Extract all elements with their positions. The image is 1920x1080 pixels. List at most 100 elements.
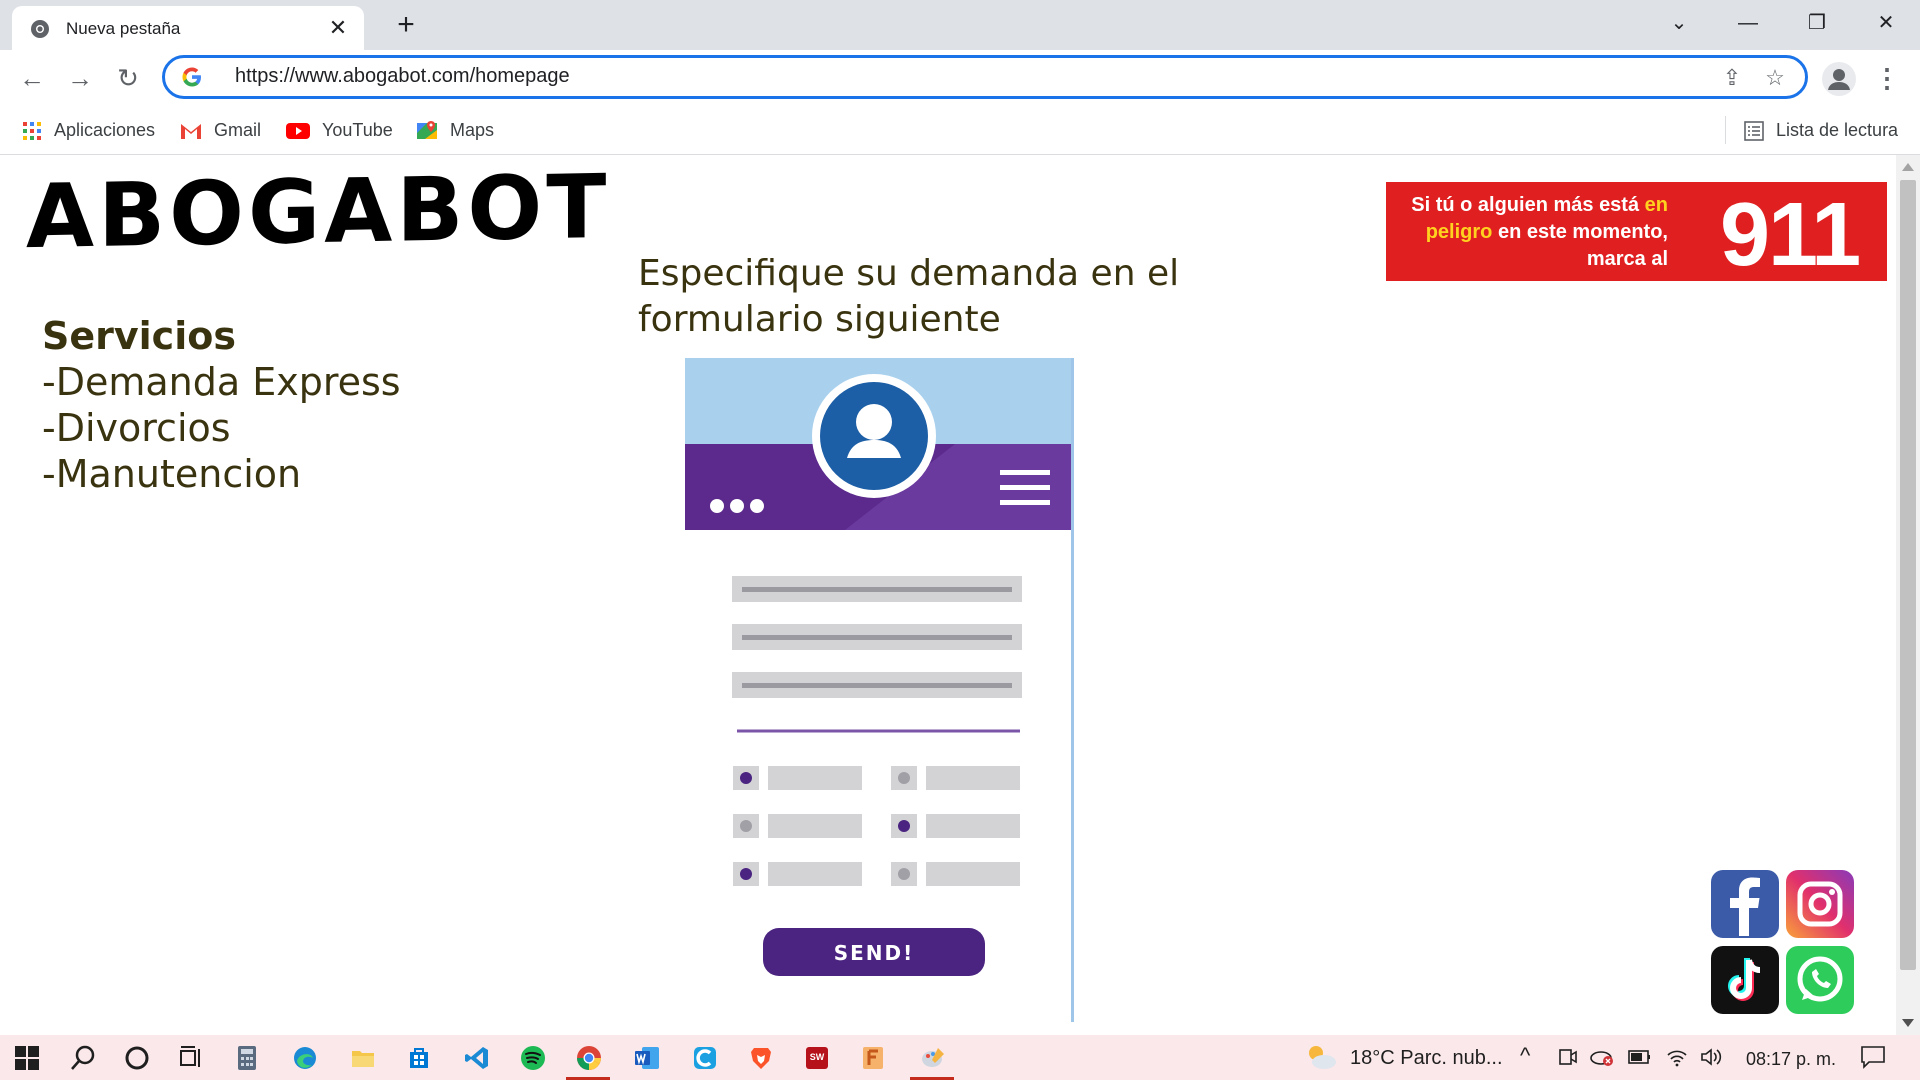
meet-now-icon[interactable] — [1558, 1047, 1578, 1067]
show-hidden-icons-icon[interactable]: ^ — [1520, 1043, 1530, 1069]
emergency-highlight-1: en — [1644, 194, 1668, 216]
taskbar: SW 18°C Parc. nub... ^ 08:17 p. m. — [0, 1035, 1920, 1080]
emergency-text-3: marca al — [1586, 248, 1668, 270]
cortana-button[interactable] — [110, 1035, 162, 1080]
tab-search-icon[interactable]: ⌄ — [1654, 8, 1704, 40]
back-button[interactable]: ← — [14, 60, 50, 96]
scroll-thumb[interactable] — [1900, 180, 1916, 970]
start-button[interactable] — [0, 1035, 52, 1080]
profile-avatar[interactable] — [1822, 62, 1856, 96]
address-bar[interactable]: https://www.abogabot.com/homepage ⇪ ☆ — [162, 55, 1808, 99]
forward-button[interactable]: → — [62, 60, 98, 96]
browser-menu-button[interactable]: ⋮ — [1874, 60, 1900, 96]
service-link-manutencion[interactable]: -Manutencion — [42, 451, 401, 497]
solidworks-icon: SW — [806, 1047, 828, 1069]
send-button-label: SEND! — [834, 941, 915, 965]
reload-button[interactable]: ↻ — [110, 60, 146, 96]
taskbar-app-f[interactable] — [846, 1035, 898, 1080]
form-illustration[interactable]: SEND! — [685, 358, 1074, 1022]
task-view-icon — [180, 1046, 200, 1067]
bookmark-label: Aplicaciones — [54, 120, 156, 140]
restore-button[interactable]: ❐ — [1792, 8, 1842, 40]
bookmarks-divider — [1725, 116, 1726, 144]
spotify-icon — [521, 1046, 545, 1070]
share-icon[interactable]: ⇪ — [1718, 64, 1746, 92]
vscode-icon — [465, 1047, 488, 1069]
volume-icon[interactable] — [1700, 1047, 1722, 1067]
taskbar-word[interactable] — [620, 1035, 672, 1080]
windows-icon — [15, 1046, 39, 1070]
taskbar-calculator[interactable] — [220, 1035, 272, 1080]
chrome-icon — [31, 20, 49, 38]
weather-icon — [1309, 1046, 1336, 1069]
taskbar-paint[interactable] — [906, 1035, 958, 1080]
search-icon — [71, 1045, 95, 1070]
facebook-icon[interactable] — [1711, 870, 1779, 938]
url-text: https://www.abogabot.com/homepage — [235, 65, 570, 87]
bookmark-label: Maps — [450, 120, 495, 140]
bookmark-apps[interactable]: Aplicaciones — [22, 118, 155, 142]
scroll-up-arrow[interactable] — [1902, 163, 1914, 171]
person-icon — [1828, 69, 1850, 90]
task-view-button[interactable] — [164, 1035, 216, 1080]
form-heading: Especifique su demanda en el formulario … — [638, 253, 1180, 340]
bookmark-label: YouTube — [322, 120, 393, 140]
store-icon — [410, 1048, 428, 1068]
new-tab-button[interactable]: + — [390, 10, 422, 42]
maps-icon — [417, 121, 437, 140]
taskbar-store[interactable] — [392, 1035, 444, 1080]
taskbar-app-c[interactable] — [678, 1035, 730, 1080]
word-icon — [635, 1047, 659, 1069]
bookmark-youtube[interactable]: YouTube — [286, 118, 393, 142]
onedrive-error-icon[interactable] — [1590, 1047, 1614, 1067]
svg-text:SW: SW — [810, 1052, 825, 1062]
close-window-button[interactable]: ✕ — [1861, 8, 1911, 40]
taskbar-solidworks[interactable]: SW — [790, 1035, 842, 1080]
wifi-icon[interactable] — [1666, 1047, 1688, 1067]
cortana-icon — [125, 1046, 149, 1070]
youtube-icon — [286, 123, 310, 140]
notifications-icon[interactable] — [1860, 1045, 1886, 1069]
form-mockup-graphic: SEND! — [685, 358, 1071, 976]
taskbar-chrome[interactable] — [562, 1035, 614, 1080]
taskbar-spotify[interactable] — [506, 1035, 558, 1080]
google-icon — [182, 67, 201, 87]
bookmark-gmail[interactable]: Gmail — [180, 118, 261, 142]
bookmark-maps[interactable]: Maps — [416, 118, 494, 142]
reading-list-label: Lista de lectura — [1776, 120, 1899, 140]
reading-list-icon — [1744, 121, 1764, 142]
web-page: ABOGABOT Servicios -Demanda Express -Div… — [0, 155, 1896, 1035]
site-logo[interactable]: ABOGABOT — [26, 155, 610, 268]
emergency-banner: Si tú o alguien más está en peligro en e… — [1386, 182, 1887, 285]
search-button[interactable] — [56, 1035, 108, 1080]
emergency-text-2: en este momento, — [1492, 221, 1668, 243]
bookmark-label: Gmail — [214, 120, 262, 140]
taskbar-vscode[interactable] — [450, 1035, 502, 1080]
whatsapp-icon[interactable] — [1786, 946, 1854, 1014]
chrome-icon — [577, 1046, 601, 1070]
instagram-icon[interactable] — [1786, 870, 1854, 938]
emergency-highlight-2: peligro — [1425, 221, 1493, 243]
paint-icon — [922, 1048, 944, 1067]
service-link-demanda-express[interactable]: -Demanda Express — [42, 359, 401, 405]
weather-text[interactable]: 18°C Parc. nub... — [1350, 1047, 1503, 1070]
minimize-button[interactable]: — — [1723, 8, 1773, 40]
bookmark-star-icon[interactable]: ☆ — [1761, 64, 1789, 92]
taskbar-brave[interactable] — [734, 1035, 786, 1080]
page-scrollbar[interactable] — [1896, 155, 1920, 1035]
tiktok-icon[interactable] — [1711, 946, 1779, 1014]
emergency-number: 911 — [1720, 185, 1861, 285]
bookmarks-bar: Aplicaciones Gmail YouTube Maps Lista de… — [0, 106, 1920, 155]
taskbar-file-explorer[interactable] — [336, 1035, 388, 1080]
services-menu: Servicios -Demanda Express -Divorcios -M… — [42, 313, 401, 497]
reading-list-button[interactable]: Lista de lectura — [1744, 118, 1898, 142]
tab-strip: Nueva pestaña ✕ + ⌄ — ❐ ✕ — [0, 0, 1920, 50]
browser-tab[interactable]: Nueva pestaña ✕ — [12, 6, 364, 50]
clock-text[interactable]: 08:17 p. m. — [1746, 1049, 1836, 1070]
scroll-down-arrow[interactable] — [1902, 1019, 1914, 1027]
taskbar-edge[interactable] — [278, 1035, 330, 1080]
calculator-icon — [238, 1046, 256, 1070]
service-link-divorcios[interactable]: -Divorcios — [42, 405, 401, 451]
battery-icon[interactable] — [1628, 1049, 1652, 1065]
close-tab-icon[interactable]: ✕ — [324, 14, 352, 42]
